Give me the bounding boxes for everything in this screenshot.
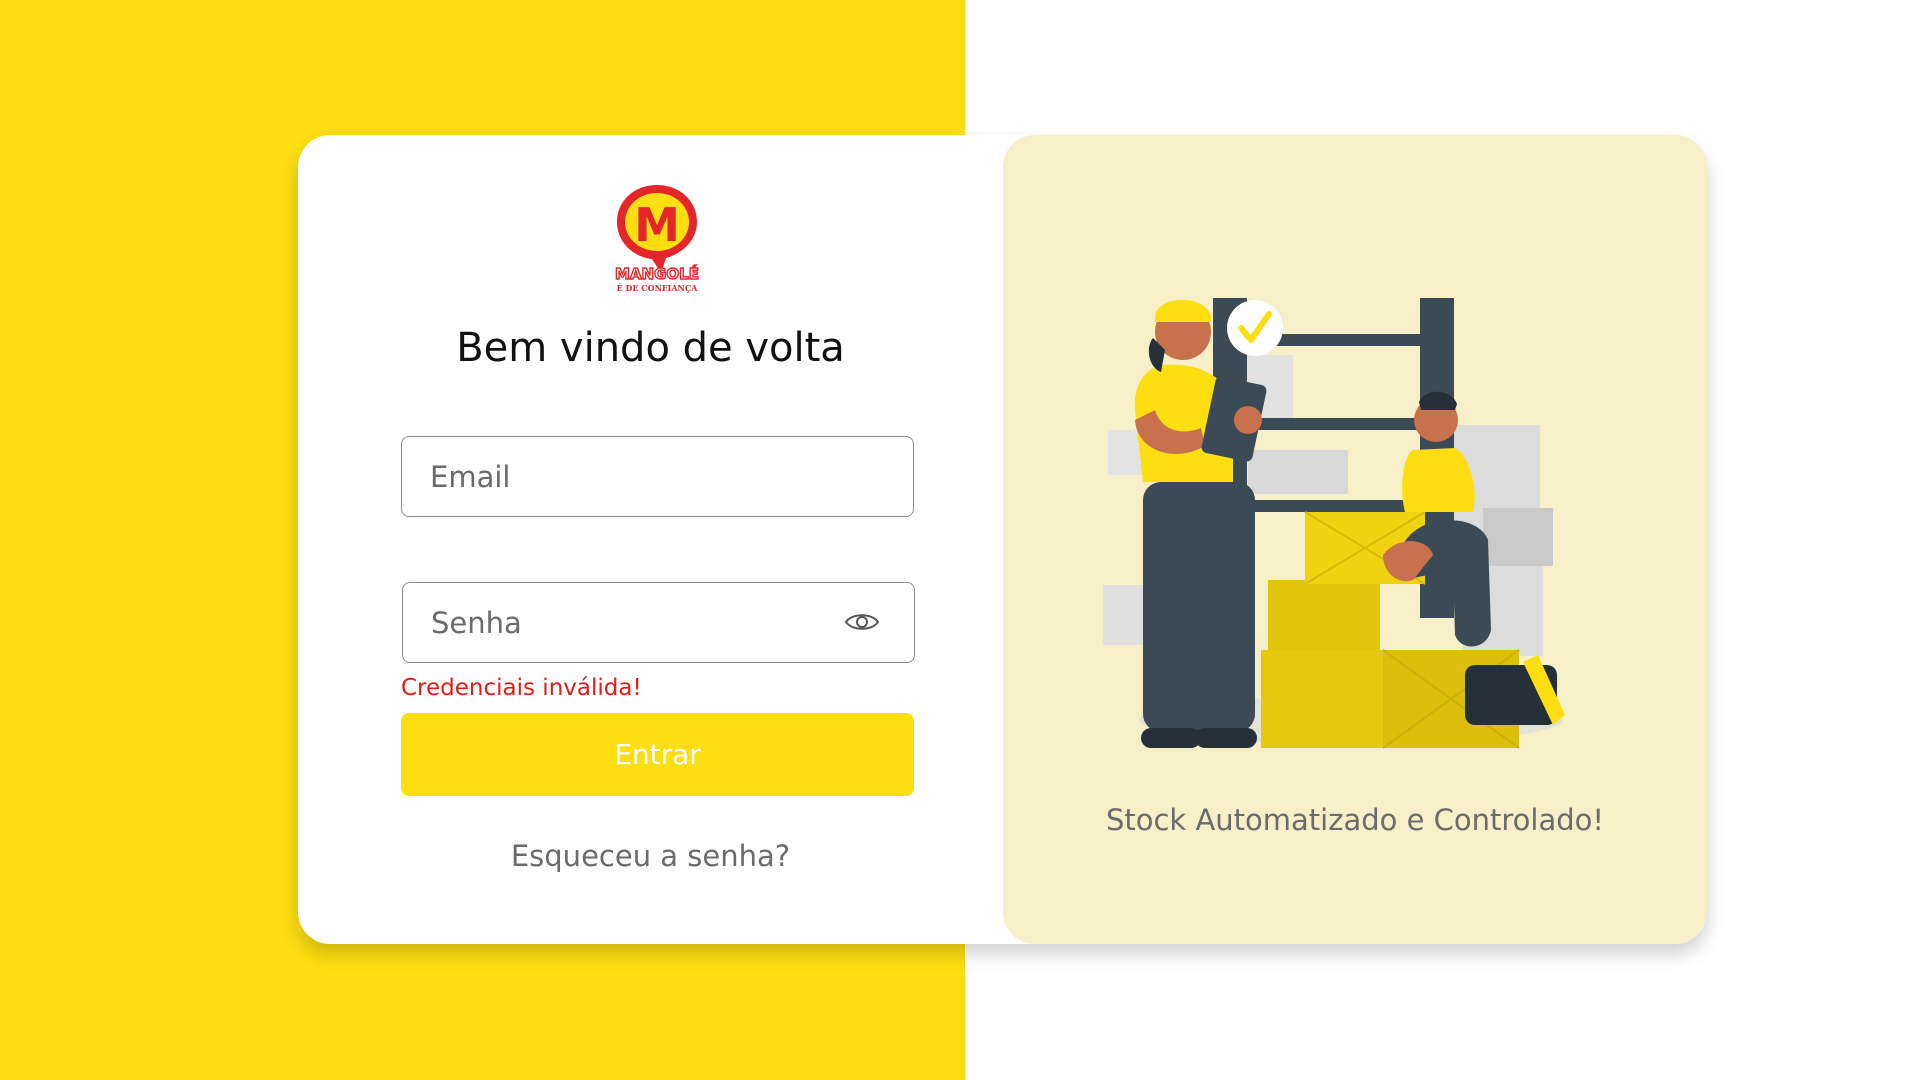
warehouse-illustration	[1103, 298, 1565, 749]
login-form-panel: M MANGOLÉ É DE CONFIANÇA Bem vindo de vo…	[298, 135, 1003, 944]
error-message: Credenciais inválida!	[401, 675, 642, 701]
email-input[interactable]	[402, 459, 913, 494]
svg-text:É DE CONFIANÇA: É DE CONFIANÇA	[617, 283, 699, 293]
login-page: M MANGOLÉ É DE CONFIANÇA Bem vindo de vo…	[0, 0, 1920, 1080]
forgot-password-link[interactable]: Esqueceu a senha?	[298, 839, 1003, 873]
password-input[interactable]	[403, 605, 914, 640]
eye-icon[interactable]	[844, 607, 880, 637]
password-field[interactable]	[402, 582, 915, 663]
promo-panel: Stock Automatizado e Controlado!	[1003, 135, 1707, 944]
svg-text:MANGOLÉ: MANGOLÉ	[615, 264, 699, 283]
email-field[interactable]	[401, 436, 914, 517]
login-button[interactable]: Entrar	[401, 713, 914, 796]
welcome-heading: Bem vindo de volta	[456, 325, 845, 371]
login-card: M MANGOLÉ É DE CONFIANÇA Bem vindo de vo…	[298, 135, 1707, 944]
mangole-logo: M MANGOLÉ É DE CONFIANÇA	[614, 185, 700, 293]
svg-text:M: M	[634, 198, 680, 252]
promo-caption: Stock Automatizado e Controlado!	[1105, 803, 1605, 837]
